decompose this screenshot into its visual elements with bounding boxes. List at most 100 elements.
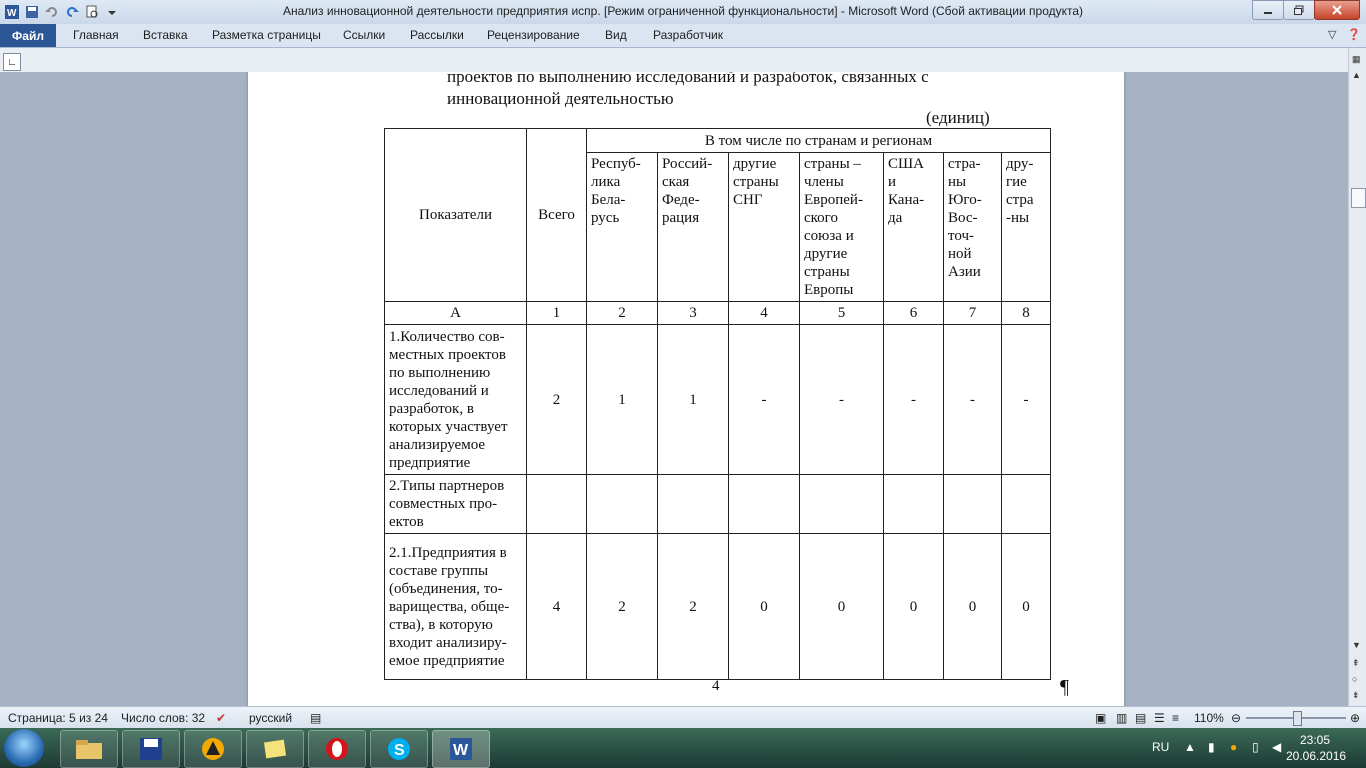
ribbon-tabs: Файл Главная Вставка Разметка страницы С… bbox=[0, 24, 1366, 48]
restore-button[interactable] bbox=[1283, 0, 1315, 20]
table-cell: 2 bbox=[586, 533, 658, 680]
show-hidden-icons-icon[interactable]: ▲ bbox=[1184, 740, 1196, 754]
index-row: А 1 2 3 4 5 6 7 8 bbox=[384, 301, 1051, 325]
opera-taskbar-icon[interactable] bbox=[308, 730, 366, 768]
table-row: 2.Типы партнеров совместных про-ектов bbox=[384, 474, 1051, 534]
windows-taskbar: S W RU ▲ ▮ ● ▯ ◀ 23:05 20.06.2016 bbox=[0, 728, 1366, 768]
index-cell: А bbox=[384, 301, 527, 325]
table-cell bbox=[1001, 474, 1051, 534]
skype-taskbar-icon[interactable]: S bbox=[370, 730, 428, 768]
table-cell bbox=[883, 474, 944, 534]
tab-insert[interactable]: Вставка bbox=[143, 28, 188, 42]
draft-view-icon[interactable]: ≡ bbox=[1172, 711, 1179, 725]
minimize-button[interactable] bbox=[1252, 0, 1284, 20]
table-cell: - bbox=[883, 324, 944, 475]
units-label: (единиц) bbox=[926, 108, 990, 127]
full-screen-view-icon[interactable]: ▥ bbox=[1116, 711, 1127, 725]
table-cell: 0 bbox=[883, 533, 944, 680]
ruler-toggle-icon[interactable]: ▦ bbox=[1352, 54, 1361, 65]
table-cell bbox=[728, 474, 800, 534]
index-cell: 2 bbox=[586, 301, 658, 325]
index-cell: 4 bbox=[728, 301, 800, 325]
close-button[interactable] bbox=[1314, 0, 1360, 20]
tab-view[interactable]: Вид bbox=[605, 28, 627, 42]
header-country-russia: Россий-ская Феде-рация bbox=[657, 152, 729, 302]
macro-recording-icon[interactable]: ▤ bbox=[310, 711, 321, 725]
select-browse-object-icon[interactable]: ○ bbox=[1352, 674, 1357, 684]
zoom-slider-thumb[interactable] bbox=[1293, 711, 1302, 726]
table-cell: - bbox=[1001, 324, 1051, 475]
system-tray: RU ▲ ▮ ● ▯ ◀ 23:05 20.06.2016 bbox=[1150, 728, 1366, 768]
zoom-in-icon[interactable]: ⊕ bbox=[1350, 711, 1360, 725]
battery-icon[interactable]: ▯ bbox=[1252, 740, 1259, 754]
heading-line-1: проектов по выполнению исследований и ра… bbox=[447, 72, 929, 86]
table-cell bbox=[799, 474, 884, 534]
zoom-out-icon[interactable]: ⊖ bbox=[1231, 711, 1241, 725]
table-cell: 4 bbox=[526, 533, 587, 680]
clock-date[interactable]: 20.06.2016 bbox=[1286, 749, 1346, 763]
header-total: Всего bbox=[526, 128, 587, 302]
row-label: 2.Типы партнеров совместных про-ектов bbox=[384, 474, 527, 534]
status-page[interactable]: Страница: 5 из 24 bbox=[8, 711, 108, 725]
table-cell bbox=[586, 474, 658, 534]
ruler-area bbox=[0, 48, 1348, 73]
web-layout-view-icon[interactable]: ▤ bbox=[1135, 711, 1146, 725]
tab-mailings[interactable]: Рассылки bbox=[410, 28, 464, 42]
paragraph-mark: ¶ bbox=[1060, 676, 1070, 698]
svg-text:S: S bbox=[394, 742, 405, 759]
scroll-up-icon[interactable]: ▲ bbox=[1352, 70, 1361, 80]
header-country-se-asia: стра-ны Юго- Вос-точ-ной Азии bbox=[943, 152, 1002, 302]
table-cell bbox=[943, 474, 1002, 534]
tab-page-layout[interactable]: Разметка страницы bbox=[212, 28, 321, 42]
word-taskbar-icon[interactable]: W bbox=[432, 730, 490, 768]
table-cell: 0 bbox=[728, 533, 800, 680]
table-cell: 2 bbox=[657, 533, 729, 680]
tab-references[interactable]: Ссылки bbox=[343, 28, 385, 42]
zoom-level[interactable]: 110% bbox=[1194, 711, 1224, 725]
page-number: 4 bbox=[712, 678, 720, 694]
scroll-down-icon[interactable]: ▼ bbox=[1352, 640, 1361, 650]
tab-stop-selector-icon[interactable]: ∟ bbox=[3, 53, 21, 71]
table-cell: 0 bbox=[799, 533, 884, 680]
header-countries-group: В том числе по странам и регионам bbox=[586, 128, 1051, 153]
tab-file[interactable]: Файл bbox=[0, 24, 56, 47]
header-indicators: Показатели bbox=[384, 128, 527, 302]
tab-home[interactable]: Главная bbox=[73, 28, 119, 42]
document-page[interactable]: проектов по выполнению исследований и ра… bbox=[248, 72, 1124, 706]
minimize-ribbon-icon[interactable]: ▽ bbox=[1328, 28, 1336, 41]
heading-line-2: инновационной деятельностью bbox=[447, 89, 674, 108]
table-row: 1.Количество сов-местных проектов по выпо… bbox=[384, 324, 1051, 475]
title-bar: W Анализ инновационной деятельности пред… bbox=[0, 0, 1366, 25]
app-taskbar-icon[interactable] bbox=[184, 730, 242, 768]
explorer-taskbar-icon[interactable] bbox=[60, 730, 118, 768]
document-area: проектов по выполнению исследований и ра… bbox=[0, 72, 1348, 706]
previous-page-icon[interactable]: ⇞ bbox=[1352, 658, 1360, 669]
print-layout-view-icon[interactable]: ▣ bbox=[1095, 711, 1106, 725]
tray-app-icon[interactable]: ● bbox=[1230, 740, 1237, 754]
network-signal-icon[interactable]: ▮ bbox=[1208, 740, 1215, 754]
svg-text:W: W bbox=[453, 742, 469, 759]
status-language[interactable]: русский bbox=[249, 711, 292, 725]
status-word-count[interactable]: Число слов: 32 bbox=[121, 711, 205, 725]
table-cell: - bbox=[799, 324, 884, 475]
volume-icon[interactable]: ◀ bbox=[1272, 740, 1281, 754]
proofing-icon[interactable]: ✔ bbox=[216, 711, 226, 725]
next-page-icon[interactable]: ⇟ bbox=[1352, 690, 1360, 701]
table-cell: 0 bbox=[1001, 533, 1051, 680]
save-floppy-taskbar-icon[interactable] bbox=[122, 730, 180, 768]
header-country-belarus: Респуб-лика Бела-русь bbox=[586, 152, 658, 302]
tab-developer[interactable]: Разработчик bbox=[653, 28, 723, 42]
vertical-scrollbar[interactable]: ▦ ▲ ▼ ⇞ ○ ⇟ bbox=[1348, 48, 1366, 706]
keyboard-language[interactable]: RU bbox=[1152, 740, 1169, 754]
table-cell: 1 bbox=[586, 324, 658, 475]
header-country-cis: другие страны СНГ bbox=[728, 152, 800, 302]
clock-time[interactable]: 23:05 bbox=[1300, 733, 1330, 747]
tab-review[interactable]: Рецензирование bbox=[487, 28, 580, 42]
outline-view-icon[interactable]: ☰ bbox=[1154, 711, 1165, 725]
start-button[interactable] bbox=[4, 729, 44, 767]
header-country-other: дру-гие стра -ны bbox=[1001, 152, 1051, 302]
help-icon[interactable]: ❓ bbox=[1347, 28, 1361, 41]
sticky-notes-taskbar-icon[interactable] bbox=[246, 730, 304, 768]
scroll-thumb[interactable] bbox=[1351, 188, 1366, 208]
window-controls bbox=[1252, 0, 1360, 20]
